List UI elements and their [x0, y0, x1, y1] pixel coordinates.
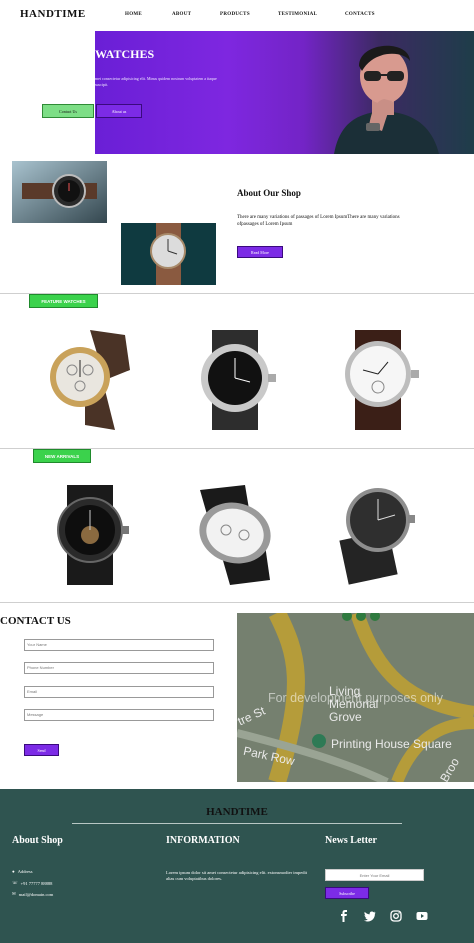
footer-address: ● Address [12, 869, 32, 874]
black-dial-sport-watch[interactable] [190, 330, 280, 430]
contact-title: CONTACT US [0, 615, 71, 627]
map-watermark: For development purposes only [267, 691, 444, 705]
nav-testimonial[interactable]: TESTIMONIAL [278, 12, 317, 17]
about-title: About Our Shop [237, 188, 301, 198]
footer-divider [72, 823, 402, 824]
map-embed[interactable]: Living Memorial Grove Printing House Squ… [237, 613, 474, 782]
twitter-icon[interactable] [364, 910, 376, 922]
youtube-icon[interactable] [416, 910, 428, 922]
footer-about-title: About Shop [12, 835, 63, 846]
footer-email-text: mail@domain.com [18, 891, 54, 897]
phone-input[interactable]: Phone Number [24, 662, 214, 674]
about-us-button[interactable]: About us [96, 104, 142, 118]
brand-logo[interactable]: HANDTIME [20, 8, 86, 20]
map-label-printing-house: Printing House Square [331, 737, 452, 751]
hero-text: met consectetur adipisicing elit. Minus … [95, 76, 217, 87]
footer-email[interactable]: ✉ mail@domain.com [12, 891, 53, 897]
footer-address-text: Address [17, 869, 33, 874]
subscribe-button[interactable]: Subscribe [325, 887, 369, 899]
divider [0, 602, 474, 603]
nav-home[interactable]: HOME [125, 12, 142, 17]
send-button[interactable]: Send [24, 744, 59, 756]
footer: HANDTIME About Shop ● Address ☏ +91 7777… [0, 789, 474, 943]
round-smartwatch[interactable] [333, 485, 423, 585]
page: HANDTIME HOME ABOUT PRODUCTS TESTIMONIAL… [0, 0, 474, 943]
contact-us-button[interactable]: Contact Us [42, 104, 94, 118]
black-skeleton-watch[interactable] [45, 485, 135, 585]
footer-info-title: INFORMATION [166, 835, 240, 846]
read-more-button[interactable]: Read More [237, 246, 283, 258]
nav-contacts[interactable]: CONTACTS [345, 12, 375, 17]
silver-classic-leather-watch[interactable] [333, 330, 423, 430]
gold-chronograph-watch[interactable] [45, 330, 135, 430]
hero-banner: WATCHES met consectetur adipisicing elit… [95, 31, 474, 154]
name-input[interactable]: Your Name [24, 639, 214, 651]
nav-about[interactable]: ABOUT [172, 12, 191, 17]
main-nav: HOME ABOUT PRODUCTS TESTIMONIAL CONTACTS [125, 12, 474, 22]
mail-icon: ✉ [12, 891, 16, 896]
hero-model-image [334, 45, 439, 154]
facebook-icon[interactable] [338, 910, 350, 922]
white-dial-chronograph[interactable] [190, 485, 280, 585]
instagram-icon[interactable] [390, 910, 402, 922]
footer-phone-text: +91 77777 88888 [20, 880, 53, 886]
feature-watches-label[interactable]: FEATURE WATCHES [29, 294, 98, 308]
footer-phone[interactable]: ☏ +91 77777 88888 [12, 880, 52, 886]
nav-products[interactable]: PRODUCTS [220, 12, 250, 17]
about-watch-image-1 [12, 161, 107, 223]
message-input[interactable]: Message [24, 709, 214, 721]
hero-title: WATCHES [95, 47, 155, 61]
phone-icon: ☏ [12, 880, 18, 885]
footer-info-text: Lorem ipsum dolor sit amet consectetur a… [166, 870, 307, 881]
about-watch-image-2 [121, 223, 216, 285]
email-input[interactable]: Email [24, 686, 214, 698]
newsletter-email-input[interactable]: Enter Your Email [325, 869, 424, 881]
about-text: There are many variations of passages of… [237, 215, 400, 227]
footer-newsletter-title: News Letter [325, 835, 377, 846]
new-arrivals-label[interactable]: NEW ARRIVALS [33, 449, 91, 463]
location-pin-icon: ● [12, 869, 15, 874]
footer-brand: HANDTIME [206, 806, 268, 818]
map-label-grove: Grove [329, 710, 362, 724]
